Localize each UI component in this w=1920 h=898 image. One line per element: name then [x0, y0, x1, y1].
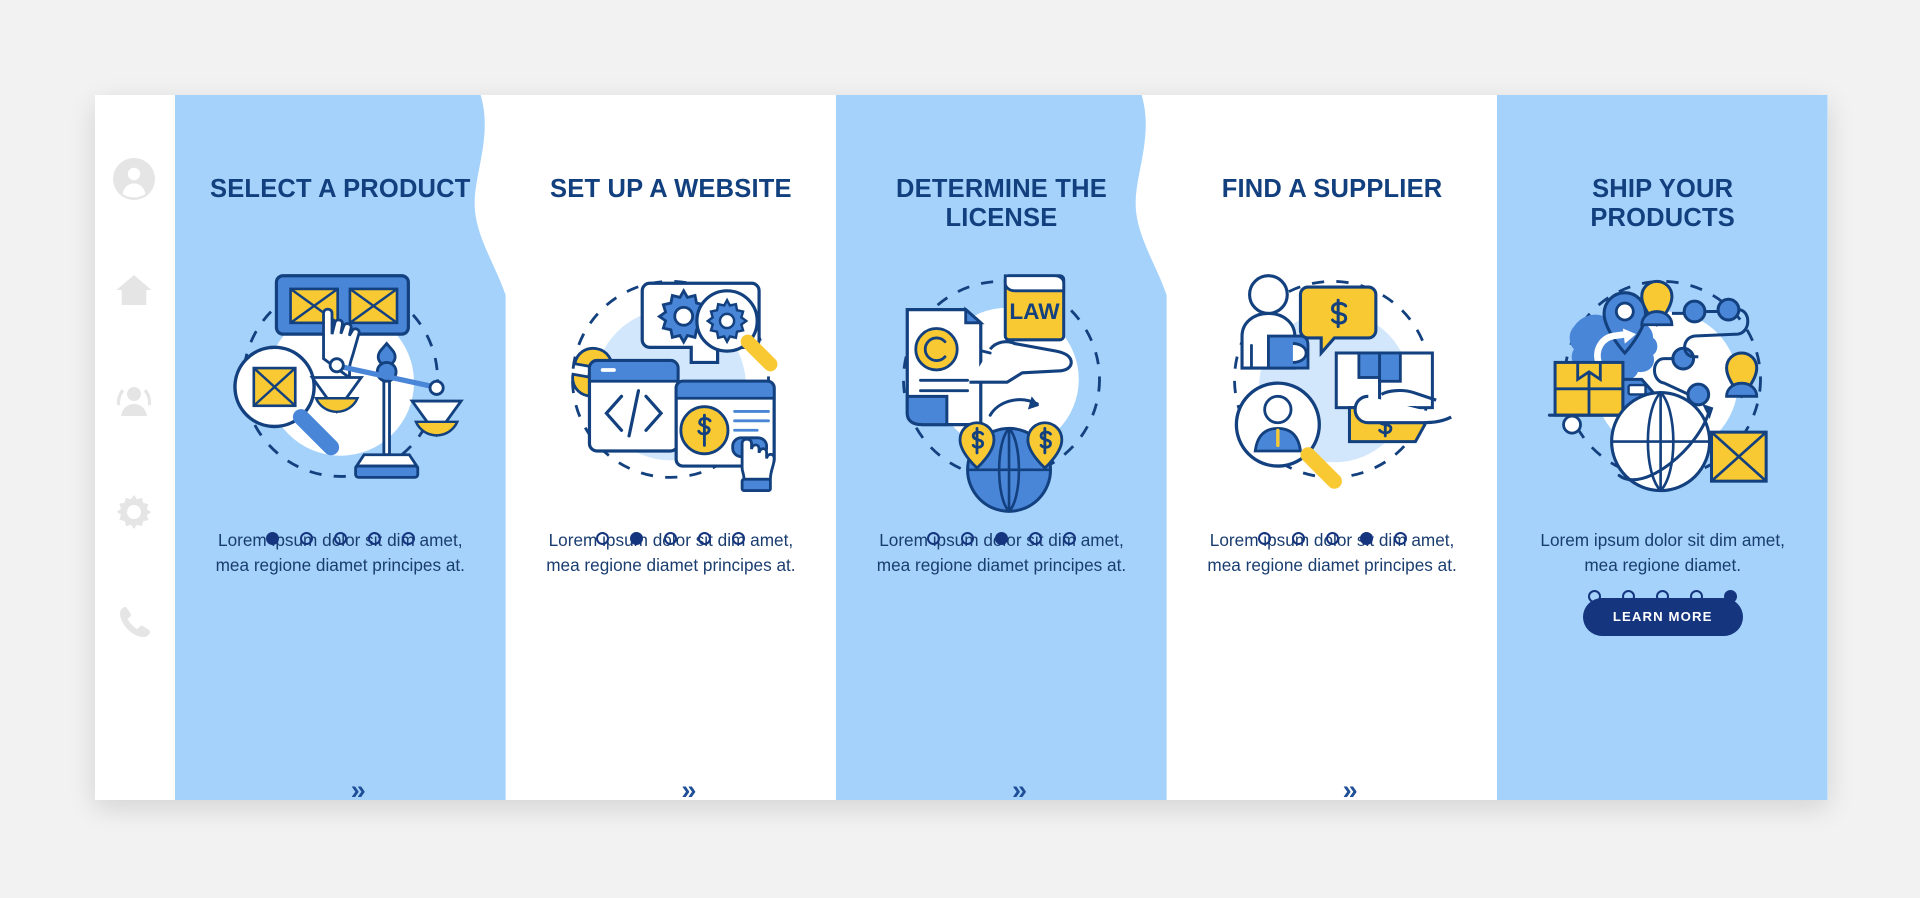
pagination-dot[interactable] [926, 531, 940, 545]
pagination-dot[interactable] [630, 531, 644, 545]
panel-title: SET UP A WEBSITE [550, 175, 792, 203]
pagination-dot[interactable] [299, 531, 313, 545]
panel-select-a-product: SELECT A PRODUCT Lorem ipsum dolor sit d… [175, 95, 506, 800]
law-book-label: LAW [1009, 299, 1060, 324]
pagination-dot[interactable] [664, 531, 678, 545]
pagination-dot[interactable] [1622, 589, 1636, 603]
panel-determine-the-license: DETERMINE THE LICENSE LAW Lorem ipsum si… [836, 95, 1167, 800]
pagination-dots[interactable] [265, 531, 415, 545]
product-selection-scales-illustration [218, 255, 464, 500]
pagination-dot[interactable] [732, 531, 746, 545]
sidebar [95, 95, 175, 800]
panel-title: DETERMINE THE LICENSE [896, 175, 1107, 233]
panel-body-text: Lorem ipsum dolor sit dim amet, mea regi… [1540, 530, 1785, 575]
step-arrow-icon: » [1011, 774, 1027, 800]
pagination-dots[interactable] [1257, 531, 1407, 545]
people-group-icon [112, 379, 156, 423]
pagination-dot[interactable] [333, 531, 347, 545]
sidebar-item-home[interactable] [112, 268, 156, 312]
pagination-dot[interactable] [1028, 531, 1042, 545]
pagination-dot[interactable] [698, 531, 712, 545]
pagination-dot[interactable] [1291, 531, 1305, 545]
pagination-dot[interactable] [1393, 531, 1407, 545]
pagination-dot[interactable] [1062, 531, 1076, 545]
panel-title: SHIP YOUR PRODUCTS [1590, 175, 1736, 233]
screen-root: SELECT A PRODUCT Lorem ipsum dolor sit d… [0, 0, 1920, 898]
panel-set-up-a-website: SET UP A WEBSITE Lorem ipsum dolor sit d… [505, 95, 837, 800]
pagination-dots[interactable] [926, 531, 1076, 545]
gear-icon [112, 490, 156, 534]
pagination-dots[interactable] [1588, 589, 1738, 603]
law-license-globe-illustration: LAW [879, 255, 1124, 513]
pagination-dot[interactable] [1724, 589, 1738, 603]
step-arrow-icon: » [681, 774, 696, 800]
home-icon [112, 268, 156, 312]
phone-icon [112, 601, 156, 645]
sidebar-item-team[interactable] [112, 379, 156, 423]
pagination-dot[interactable] [1690, 589, 1704, 603]
pagination-dot[interactable] [367, 531, 381, 545]
pagination-dot[interactable] [401, 531, 415, 545]
learn-more-button[interactable]: LEARN MORE [1582, 597, 1743, 636]
sidebar-item-profile[interactable] [112, 157, 156, 201]
pagination-dot[interactable] [1359, 531, 1373, 545]
pagination-dot[interactable] [596, 531, 610, 545]
supplier-search-package-illustration [1210, 255, 1455, 500]
user-avatar-icon [112, 157, 156, 201]
sidebar-item-settings[interactable] [112, 490, 156, 534]
panel-find-a-supplier: FIND A SUPPLIER Lorem ipsum dolor sit di… [1166, 95, 1498, 800]
pagination-dot[interactable] [265, 531, 279, 545]
panel-ship-your-products: SHIP YOUR PRODUCTS Lorem ipsum dolor sit… [1497, 95, 1828, 800]
pagination-dot[interactable] [1656, 589, 1670, 603]
shipping-truck-globe-illustration [1540, 255, 1785, 500]
pagination-dot[interactable] [1325, 531, 1339, 545]
pagination-dot[interactable] [1257, 531, 1271, 545]
step-arrow-icon: » [350, 774, 366, 800]
step-arrow-icon: » [1342, 774, 1358, 800]
onboarding-panels: SELECT A PRODUCT Lorem ipsum dolor sit d… [175, 95, 1828, 800]
onboarding-card: SELECT A PRODUCT Lorem ipsum dolor sit d… [95, 95, 1828, 800]
pagination-dot[interactable] [960, 531, 974, 545]
pagination-dot[interactable] [994, 531, 1008, 545]
website-setup-code-gears-illustration [548, 255, 793, 500]
panel-title: FIND A SUPPLIER [1221, 175, 1443, 203]
panel-title: SELECT A PRODUCT [210, 175, 471, 203]
pagination-dots[interactable] [596, 531, 746, 545]
pagination-dot[interactable] [1588, 589, 1602, 603]
sidebar-item-contact[interactable] [112, 601, 156, 645]
